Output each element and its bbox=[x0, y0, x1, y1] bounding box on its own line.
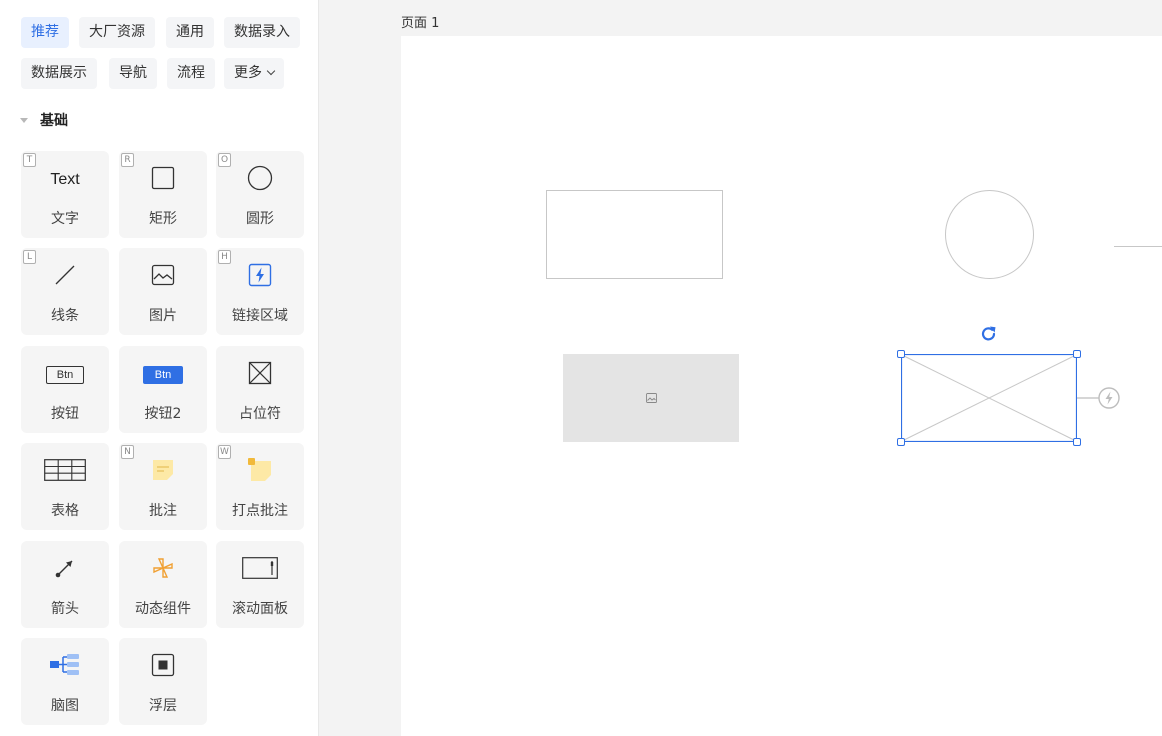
component-line[interactable]: L 线条 bbox=[21, 248, 109, 335]
component-label: 矩形 bbox=[149, 211, 177, 227]
component-label: 文字 bbox=[51, 211, 79, 227]
tab-label: 数据展示 bbox=[31, 65, 87, 81]
component-dynamic[interactable]: 动态组件 bbox=[119, 541, 207, 628]
component-scroll-panel[interactable]: 滚动面板 bbox=[216, 541, 304, 628]
design-canvas[interactable] bbox=[401, 36, 1162, 736]
component-pin-note[interactable]: W 打点批注 bbox=[216, 443, 304, 530]
mind-map-icon bbox=[49, 653, 81, 681]
shortcut-key: N bbox=[121, 445, 134, 459]
component-label: 动态组件 bbox=[135, 601, 191, 617]
image-icon bbox=[151, 264, 175, 290]
rotate-icon[interactable] bbox=[979, 324, 999, 344]
image-placeholder-icon bbox=[646, 393, 657, 403]
component-text[interactable]: T Text 文字 bbox=[21, 151, 109, 238]
tab-label: 推荐 bbox=[31, 24, 59, 40]
page-title[interactable]: 页面 1 bbox=[401, 12, 439, 31]
dynamic-component-icon bbox=[151, 556, 175, 584]
tab-label: 通用 bbox=[176, 24, 204, 40]
shortcut-key: L bbox=[23, 250, 36, 264]
tab-general[interactable]: 通用 bbox=[166, 17, 214, 48]
component-label: 箭头 bbox=[51, 601, 79, 617]
tab-more[interactable]: 更多 bbox=[224, 58, 284, 89]
canvas-circle-shape[interactable] bbox=[945, 190, 1034, 279]
component-mind-map[interactable]: 脑图 bbox=[21, 638, 109, 725]
component-placeholder[interactable]: 占位符 bbox=[216, 346, 304, 433]
scroll-panel-icon bbox=[242, 557, 278, 583]
component-label: 圆形 bbox=[246, 211, 274, 227]
canvas-rectangle-shape[interactable] bbox=[546, 190, 723, 279]
component-label: 占位符 bbox=[239, 406, 281, 422]
tab-data-display[interactable]: 数据展示 bbox=[21, 58, 97, 89]
shortcut-key: T bbox=[23, 153, 36, 167]
component-label: 批注 bbox=[149, 503, 177, 519]
button-outline-icon: Btn bbox=[46, 366, 84, 384]
placeholder-cross-graphic bbox=[901, 354, 1077, 442]
component-overlay[interactable]: 浮层 bbox=[119, 638, 207, 725]
tab-label: 导航 bbox=[119, 65, 147, 81]
tab-label: 数据录入 bbox=[234, 24, 290, 40]
placeholder-icon bbox=[248, 361, 272, 389]
table-icon bbox=[44, 459, 86, 485]
button-filled-icon: Btn bbox=[143, 366, 183, 384]
component-table[interactable]: 表格 bbox=[21, 443, 109, 530]
interaction-lightning-icon[interactable] bbox=[1077, 386, 1123, 410]
link-area-icon bbox=[248, 263, 272, 291]
resize-handle-bottom-right[interactable] bbox=[1073, 438, 1081, 446]
tab-label: 流程 bbox=[177, 65, 205, 81]
pin-note-icon bbox=[247, 457, 273, 487]
component-note[interactable]: N 批注 bbox=[119, 443, 207, 530]
tab-navigation[interactable]: 导航 bbox=[109, 58, 157, 89]
component-link-area[interactable]: H 链接区域 bbox=[216, 248, 304, 335]
tab-label: 更多 bbox=[234, 65, 262, 81]
component-label: 按钮 bbox=[51, 406, 79, 422]
resize-handle-top-right[interactable] bbox=[1073, 350, 1081, 358]
canvas-placeholder-shape[interactable] bbox=[897, 350, 1081, 446]
component-button[interactable]: Btn 按钮 bbox=[21, 346, 109, 433]
tab-recommended[interactable]: 推荐 bbox=[21, 17, 69, 48]
component-arrow[interactable]: 箭头 bbox=[21, 541, 109, 628]
component-label: 脑图 bbox=[51, 698, 79, 714]
component-label: 线条 bbox=[51, 308, 79, 324]
canvas-image-shape[interactable] bbox=[563, 354, 739, 442]
tab-flow[interactable]: 流程 bbox=[167, 58, 215, 89]
text-icon: Text bbox=[50, 171, 80, 188]
component-rectangle[interactable]: R 矩形 bbox=[119, 151, 207, 238]
line-icon bbox=[54, 264, 76, 290]
component-label: 按钮2 bbox=[144, 406, 182, 422]
overlay-icon bbox=[151, 653, 175, 681]
resize-handle-top-left[interactable] bbox=[897, 350, 905, 358]
tab-big-company-resources[interactable]: 大厂资源 bbox=[79, 17, 155, 48]
canvas-line-shape[interactable] bbox=[1114, 246, 1162, 247]
tab-data-entry[interactable]: 数据录入 bbox=[224, 17, 300, 48]
resize-handle-bottom-left[interactable] bbox=[897, 438, 905, 446]
component-button2[interactable]: Btn 按钮2 bbox=[119, 346, 207, 433]
component-label: 打点批注 bbox=[232, 503, 288, 519]
chevron-down-icon bbox=[266, 66, 276, 76]
tab-label: 大厂资源 bbox=[89, 24, 145, 40]
component-circle[interactable]: O 圆形 bbox=[216, 151, 304, 238]
component-panel: 推荐 大厂资源 通用 数据录入 数据展示 导航 流程 更多 基础 T Text … bbox=[0, 0, 319, 736]
component-label: 滚动面板 bbox=[232, 601, 288, 617]
component-image[interactable]: 图片 bbox=[119, 248, 207, 335]
rectangle-icon bbox=[151, 166, 175, 194]
shortcut-key: O bbox=[218, 153, 231, 167]
shortcut-key: H bbox=[218, 250, 231, 264]
component-label: 浮层 bbox=[149, 698, 177, 714]
circle-icon bbox=[247, 165, 273, 195]
collapse-triangle-icon[interactable] bbox=[20, 118, 28, 123]
component-label: 表格 bbox=[51, 503, 79, 519]
shortcut-key: R bbox=[121, 153, 134, 167]
component-label: 图片 bbox=[149, 308, 177, 324]
note-icon bbox=[151, 458, 175, 486]
shortcut-key: W bbox=[218, 445, 231, 459]
arrow-icon bbox=[54, 557, 76, 583]
component-label: 链接区域 bbox=[232, 308, 288, 324]
section-title: 基础 bbox=[40, 113, 68, 129]
